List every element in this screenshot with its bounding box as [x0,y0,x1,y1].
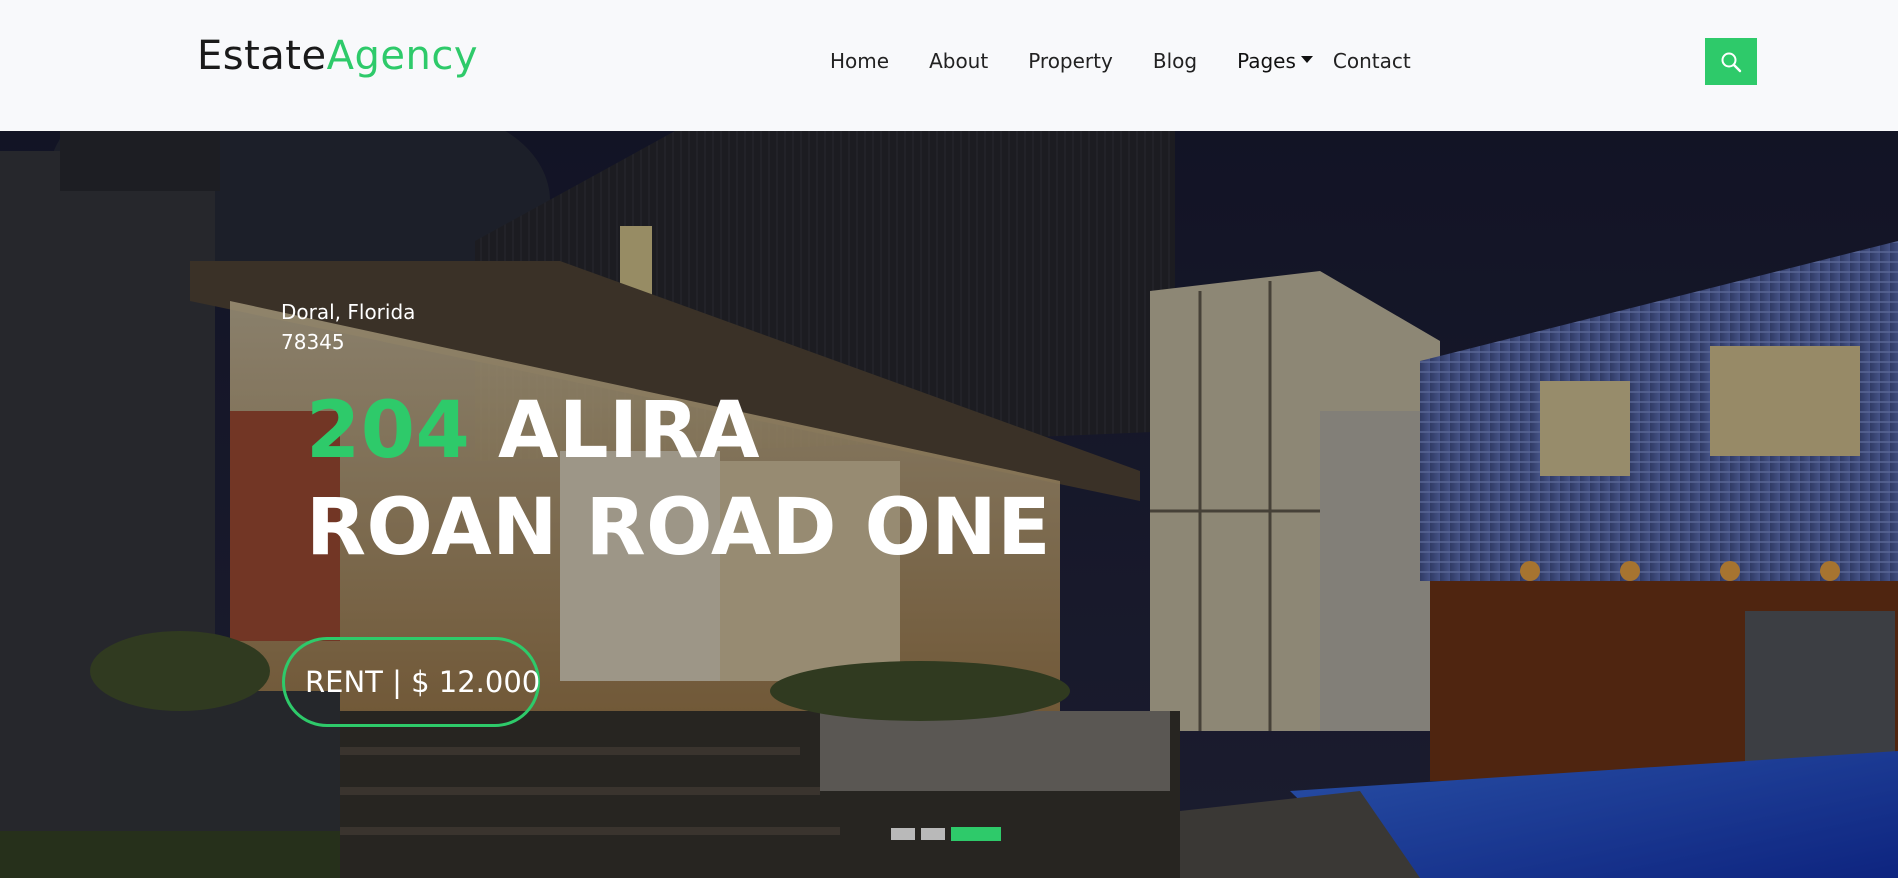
rent-price-button[interactable]: RENT | $ 12.000 [282,637,540,727]
brand-logo[interactable]: EstateAgency [197,30,478,82]
property-street-part1: ALIRA [470,386,761,476]
search-icon [1721,52,1742,72]
hero-carousel: Doral, Florida 78345 204 ALIRA ROAN ROAD… [0,131,1898,878]
nav-item-blog[interactable]: Blog [1153,46,1197,76]
carousel-dot-3-active[interactable] [951,827,1001,841]
property-location: Doral, Florida 78345 [281,297,415,357]
main-nav: Home About Property Blog Pages Contact [830,46,1411,76]
navbar: EstateAgency Home About Property Blog Pa… [0,0,1898,131]
location-city: Doral, Florida [281,300,416,324]
nav-item-contact[interactable]: Contact [1333,46,1411,76]
location-zip: 78345 [281,330,345,354]
brand-name-part1: Estate [197,33,327,79]
nav-item-about[interactable]: About [929,46,988,76]
property-title-line2: ROAN ROAD ONE [306,483,1051,573]
brand-name-part2: Agency [326,33,478,79]
carousel-indicators [891,827,1001,841]
caret-down-icon [1300,55,1313,63]
search-button[interactable] [1705,38,1757,85]
property-title: 204 ALIRA ROAN ROAD ONE [306,383,1051,577]
carousel-dot-2[interactable] [921,828,945,840]
nav-item-pages-label: Pages [1237,49,1296,73]
property-title-line1: 204 ALIRA [306,383,1051,480]
nav-item-home[interactable]: Home [830,46,889,76]
nav-item-property[interactable]: Property [1028,46,1113,76]
property-number: 204 [306,386,471,476]
nav-item-pages-dropdown[interactable]: Pages [1237,46,1313,76]
carousel-dot-1[interactable] [891,828,915,840]
